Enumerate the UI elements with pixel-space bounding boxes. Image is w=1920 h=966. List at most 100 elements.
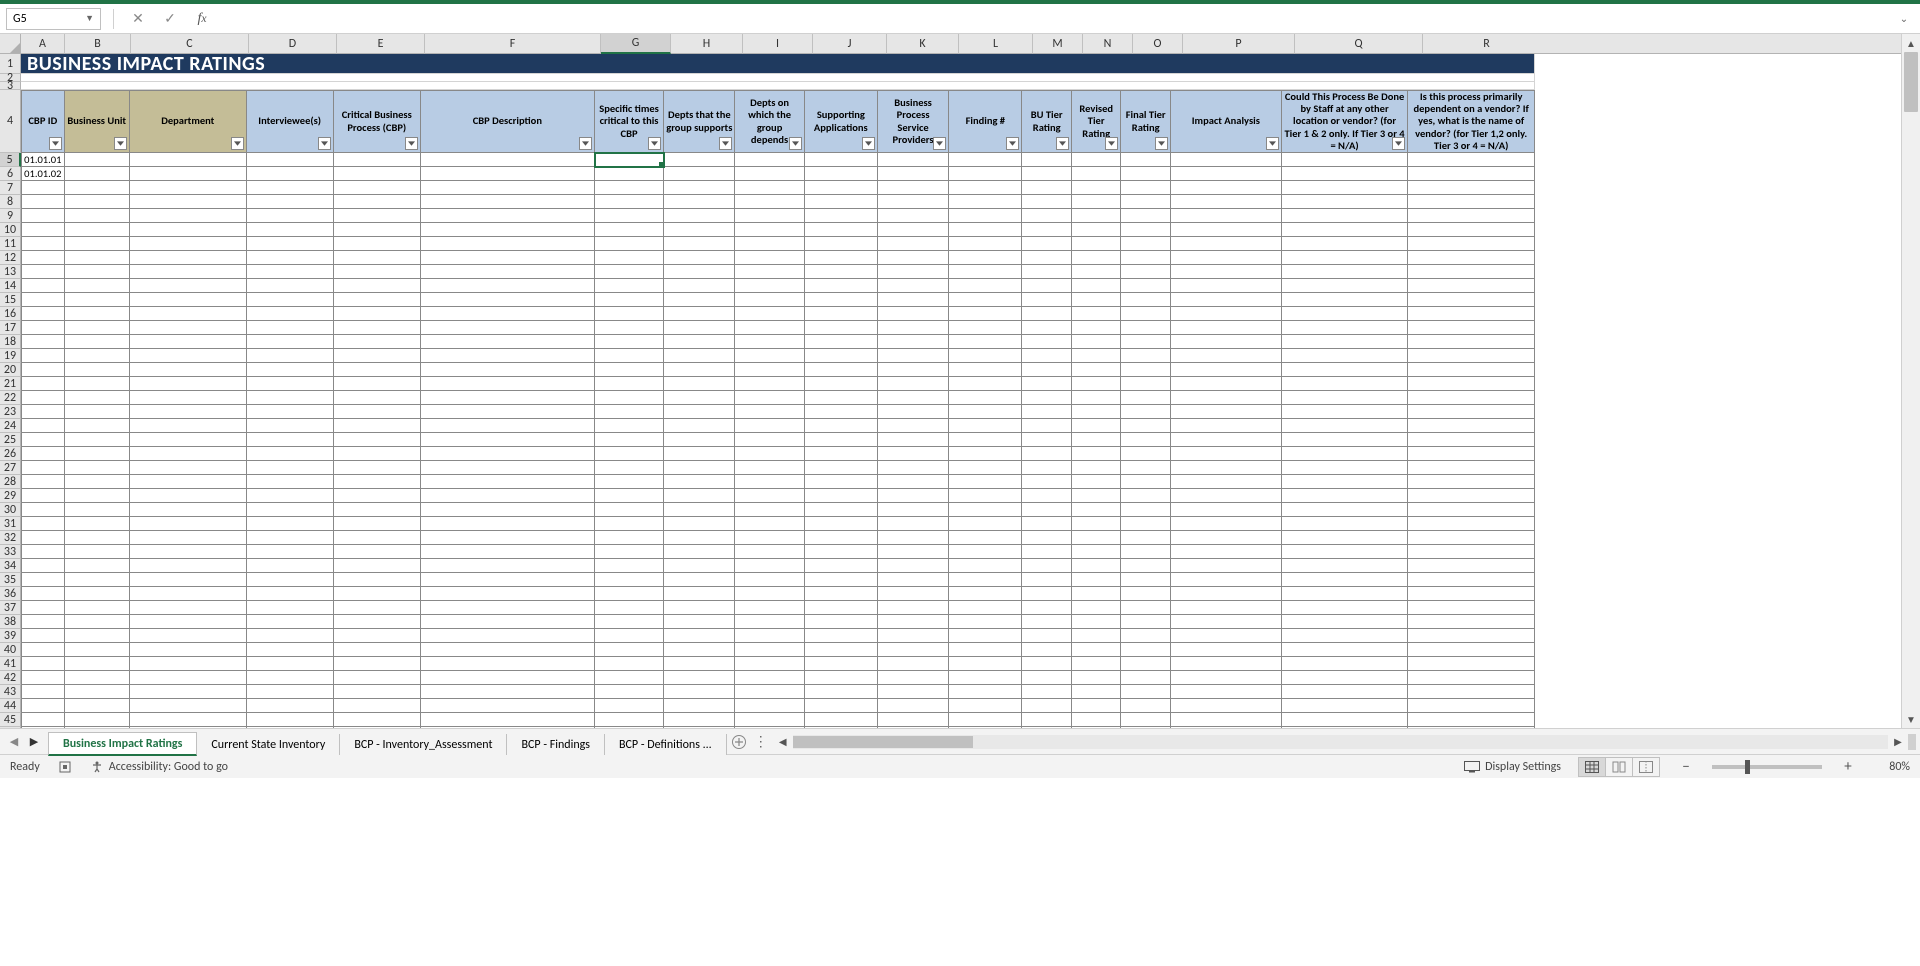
cell-F27[interactable] xyxy=(421,461,595,475)
cell-M34[interactable] xyxy=(1022,559,1072,573)
header-cell-E[interactable]: Critical Business Process (CBP) xyxy=(334,90,421,153)
cell-L46[interactable] xyxy=(949,727,1022,728)
cell-G32[interactable] xyxy=(595,531,664,545)
cell-F12[interactable] xyxy=(421,251,595,265)
cell-R8[interactable] xyxy=(1408,195,1535,209)
sheet-tab[interactable]: BCP - Findings xyxy=(507,734,605,755)
cell-D36[interactable] xyxy=(247,587,334,601)
row-header-22[interactable]: 22 xyxy=(0,391,21,405)
cell-E21[interactable] xyxy=(334,377,421,391)
cell-L35[interactable] xyxy=(949,573,1022,587)
cell-M16[interactable] xyxy=(1022,307,1072,321)
cell-C33[interactable] xyxy=(130,545,247,559)
cell-H43[interactable] xyxy=(664,685,735,699)
row-header-14[interactable]: 14 xyxy=(0,279,21,293)
cell-N15[interactable] xyxy=(1072,293,1122,307)
cell-O33[interactable] xyxy=(1121,545,1171,559)
row-header-9[interactable]: 9 xyxy=(0,209,21,223)
row-header-46[interactable]: 46 xyxy=(0,727,21,728)
cell-G34[interactable] xyxy=(595,559,664,573)
cell-D31[interactable] xyxy=(247,517,334,531)
cell-O31[interactable] xyxy=(1121,517,1171,531)
cell-B22[interactable] xyxy=(65,391,130,405)
cell-E10[interactable] xyxy=(334,223,421,237)
cell-D7[interactable] xyxy=(247,181,334,195)
cell-I14[interactable] xyxy=(735,279,804,293)
cell-B43[interactable] xyxy=(65,685,130,699)
cell-H38[interactable] xyxy=(664,615,735,629)
cell-P26[interactable] xyxy=(1171,447,1282,461)
cell-P31[interactable] xyxy=(1171,517,1282,531)
cell-G28[interactable] xyxy=(595,475,664,489)
cell-Q23[interactable] xyxy=(1282,405,1409,419)
row-header-32[interactable]: 32 xyxy=(0,531,21,545)
cell-G5[interactable] xyxy=(595,153,664,167)
filter-button-C[interactable] xyxy=(231,137,244,150)
cell-I37[interactable] xyxy=(735,601,804,615)
cell-R44[interactable] xyxy=(1408,699,1535,713)
cell-K9[interactable] xyxy=(878,209,949,223)
cell-B40[interactable] xyxy=(65,643,130,657)
row-header-3[interactable]: 3 xyxy=(0,82,21,90)
cell-O46[interactable] xyxy=(1121,727,1171,728)
row-header-37[interactable]: 37 xyxy=(0,601,21,615)
cell-G9[interactable] xyxy=(595,209,664,223)
cell-A29[interactable] xyxy=(21,489,65,503)
row-header-30[interactable]: 30 xyxy=(0,503,21,517)
column-header-C[interactable]: C xyxy=(131,34,249,54)
cell-F36[interactable] xyxy=(421,587,595,601)
cell-P46[interactable] xyxy=(1171,727,1282,728)
cell-Q22[interactable] xyxy=(1282,391,1409,405)
cell-J17[interactable] xyxy=(805,321,878,335)
filter-button-O[interactable] xyxy=(1155,137,1168,150)
cell-O44[interactable] xyxy=(1121,699,1171,713)
cell-O29[interactable] xyxy=(1121,489,1171,503)
cell-R43[interactable] xyxy=(1408,685,1535,699)
cell-F14[interactable] xyxy=(421,279,595,293)
cell-P40[interactable] xyxy=(1171,643,1282,657)
cell-N27[interactable] xyxy=(1072,461,1122,475)
row-header-20[interactable]: 20 xyxy=(0,363,21,377)
cell-I27[interactable] xyxy=(735,461,804,475)
cell-P22[interactable] xyxy=(1171,391,1282,405)
header-cell-M[interactable]: BU Tier Rating xyxy=(1022,90,1072,153)
cell-Q28[interactable] xyxy=(1282,475,1409,489)
cell-J14[interactable] xyxy=(805,279,878,293)
cell-R46[interactable] xyxy=(1408,727,1535,728)
cell-N37[interactable] xyxy=(1072,601,1122,615)
cell-J16[interactable] xyxy=(805,307,878,321)
cell-A27[interactable] xyxy=(21,461,65,475)
cell-A45[interactable] xyxy=(21,713,65,727)
zoom-level[interactable]: 80% xyxy=(1874,760,1910,774)
cell-F16[interactable] xyxy=(421,307,595,321)
cell-M21[interactable] xyxy=(1022,377,1072,391)
cell-J13[interactable] xyxy=(805,265,878,279)
cell-O39[interactable] xyxy=(1121,629,1171,643)
cell-E12[interactable] xyxy=(334,251,421,265)
cell-R26[interactable] xyxy=(1408,447,1535,461)
cell-G38[interactable] xyxy=(595,615,664,629)
cell-J10[interactable] xyxy=(805,223,878,237)
filter-button-B[interactable] xyxy=(114,137,127,150)
cell-L22[interactable] xyxy=(949,391,1022,405)
cell-P21[interactable] xyxy=(1171,377,1282,391)
cell-D45[interactable] xyxy=(247,713,334,727)
cell-R20[interactable] xyxy=(1408,363,1535,377)
cell-H34[interactable] xyxy=(664,559,735,573)
cell-P44[interactable] xyxy=(1171,699,1282,713)
cell-B6[interactable] xyxy=(65,167,130,181)
cell-E31[interactable] xyxy=(334,517,421,531)
row-header-16[interactable]: 16 xyxy=(0,307,21,321)
cell-A6[interactable]: 01.01.02 xyxy=(21,167,65,181)
cell-O42[interactable] xyxy=(1121,671,1171,685)
cell-H41[interactable] xyxy=(664,657,735,671)
cell-A18[interactable] xyxy=(21,335,65,349)
row-header-13[interactable]: 13 xyxy=(0,265,21,279)
cell-N35[interactable] xyxy=(1072,573,1122,587)
cell-E7[interactable] xyxy=(334,181,421,195)
cell-K19[interactable] xyxy=(878,349,949,363)
cell-E27[interactable] xyxy=(334,461,421,475)
cell-K37[interactable] xyxy=(878,601,949,615)
cell-I31[interactable] xyxy=(735,517,804,531)
cell-A23[interactable] xyxy=(21,405,65,419)
